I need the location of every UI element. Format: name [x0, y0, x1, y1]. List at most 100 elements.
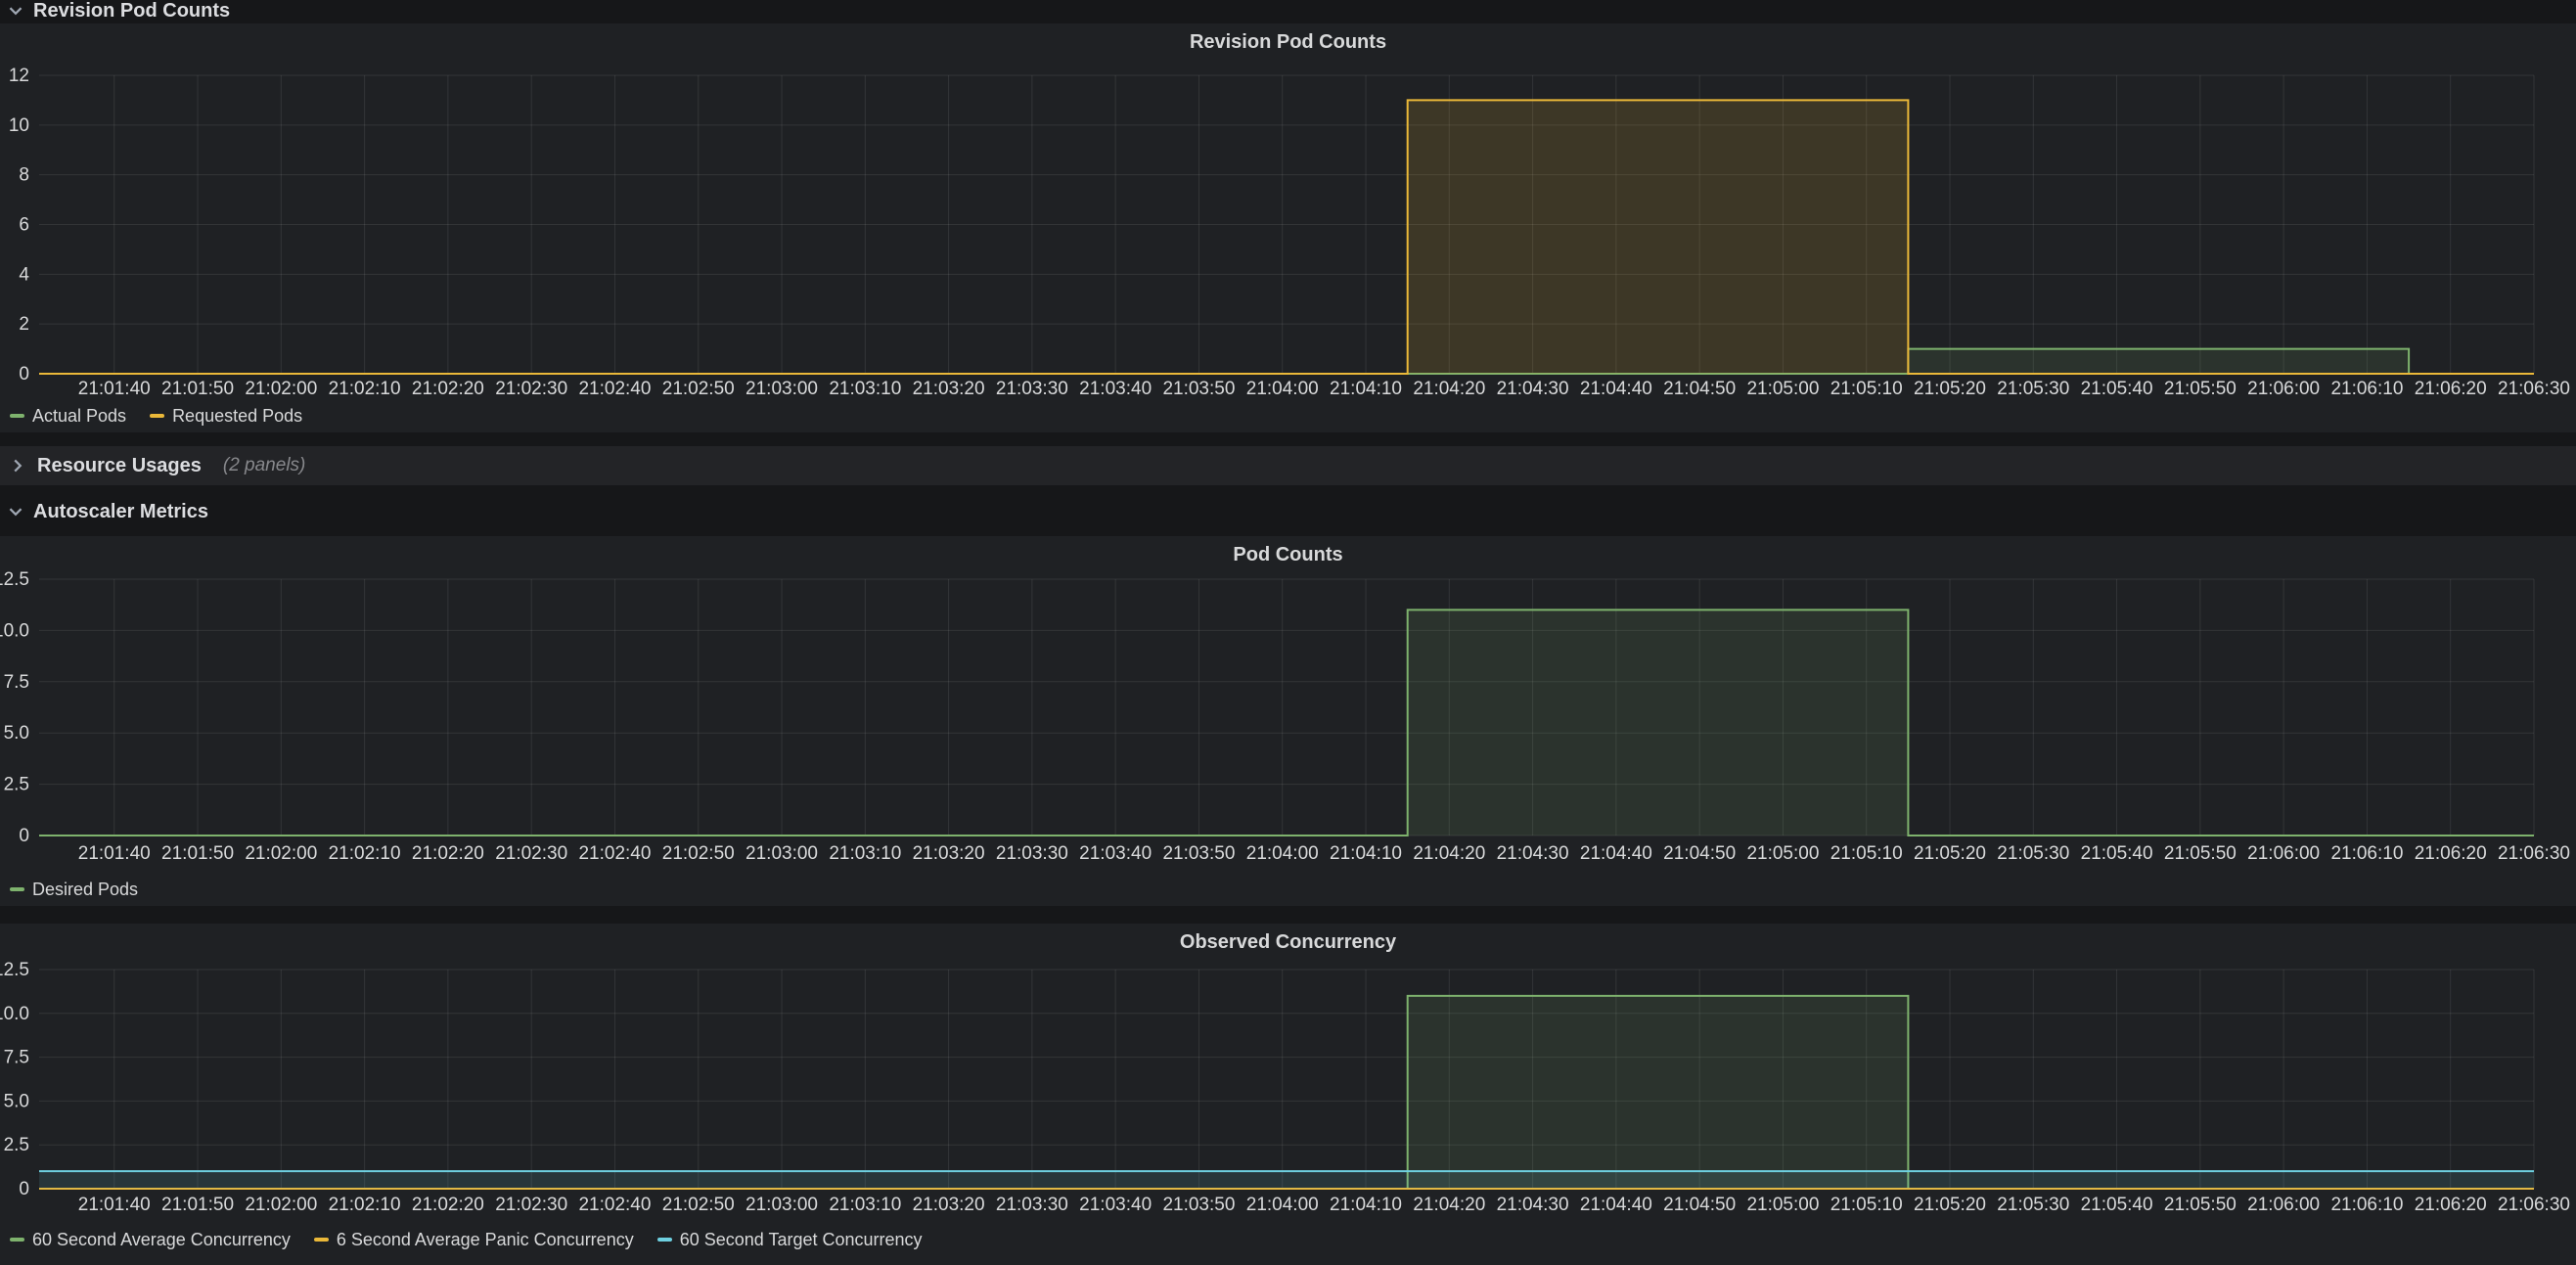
svg-text:21:06:30: 21:06:30	[2498, 379, 2570, 399]
svg-text:2: 2	[19, 314, 29, 335]
svg-text:21:05:40: 21:05:40	[2081, 379, 2153, 399]
legend-label: 6 Second Average Panic Concurrency	[337, 1230, 634, 1250]
svg-text:21:04:30: 21:04:30	[1497, 843, 1569, 864]
legend-label: Desired Pods	[32, 880, 138, 900]
svg-text:21:01:40: 21:01:40	[78, 379, 151, 399]
svg-text:21:02:20: 21:02:20	[412, 379, 484, 399]
svg-text:10.0: 10.0	[0, 620, 29, 641]
svg-text:21:06:10: 21:06:10	[2330, 1195, 2403, 1215]
grid-lines	[39, 970, 2534, 1189]
pod-counts-chart-canvas[interactable]: 21:01:4021:01:5021:02:0021:02:1021:02:20…	[0, 569, 2576, 873]
legend-observed-concurrency: 60 Second Average Concurrency 6 Second A…	[0, 1223, 2576, 1256]
svg-text:21:02:00: 21:02:00	[245, 379, 317, 399]
svg-text:21:05:50: 21:05:50	[2164, 379, 2237, 399]
svg-text:21:06:30: 21:06:30	[2498, 843, 2570, 864]
x-axis-tick-labels: 21:01:4021:01:5021:02:0021:02:1021:02:20…	[78, 843, 2570, 864]
svg-text:21:04:50: 21:04:50	[1663, 843, 1736, 864]
series-lines	[39, 996, 2534, 1189]
legend-item-actual-pods[interactable]: Actual Pods	[10, 406, 126, 427]
legend-label: 60 Second Average Concurrency	[32, 1230, 291, 1250]
legend-item-60s-average-concurrency[interactable]: 60 Second Average Concurrency	[10, 1230, 291, 1250]
legend-color-chip	[10, 1238, 24, 1242]
svg-text:0: 0	[19, 1179, 29, 1199]
legend-color-chip	[314, 1238, 329, 1242]
svg-text:21:05:00: 21:05:00	[1746, 843, 1819, 864]
panel-title-observed-concurrency[interactable]: Observed Concurrency	[0, 927, 2576, 957]
svg-text:21:03:10: 21:03:10	[829, 379, 901, 399]
svg-text:21:03:40: 21:03:40	[1079, 1195, 1152, 1215]
svg-text:21:03:20: 21:03:20	[913, 379, 985, 399]
panel-observed-concurrency: Observed Concurrency 21:01:4021:01:5021:…	[0, 924, 2576, 1265]
legend-item-60s-target-concurrency[interactable]: 60 Second Target Concurrency	[657, 1230, 923, 1250]
legend-color-chip	[10, 414, 24, 418]
panel-count-note: (2 panels)	[223, 455, 306, 476]
svg-text:21:05:10: 21:05:10	[1830, 1195, 1903, 1215]
svg-text:21:02:50: 21:02:50	[662, 1195, 735, 1215]
svg-text:21:04:00: 21:04:00	[1246, 1195, 1319, 1215]
svg-text:21:05:50: 21:05:50	[2164, 843, 2237, 864]
section-header-resource-usages[interactable]: Resource Usages (2 panels)	[0, 446, 2576, 485]
svg-text:21:03:40: 21:03:40	[1079, 379, 1152, 399]
svg-text:21:06:20: 21:06:20	[2415, 379, 2487, 399]
svg-text:12.5: 12.5	[0, 960, 29, 980]
svg-text:21:04:50: 21:04:50	[1663, 379, 1736, 399]
svg-text:21:02:30: 21:02:30	[495, 1195, 567, 1215]
observed-concurrency-chart-canvas[interactable]: 21:01:4021:01:5021:02:0021:02:1021:02:20…	[0, 957, 2576, 1223]
svg-text:21:03:50: 21:03:50	[1162, 1195, 1235, 1215]
series-lines	[39, 100, 2534, 374]
svg-text:21:04:10: 21:04:10	[1330, 843, 1402, 864]
svg-text:21:01:40: 21:01:40	[78, 843, 151, 864]
x-axis-tick-labels: 21:01:4021:01:5021:02:0021:02:1021:02:20…	[78, 1195, 2570, 1215]
svg-text:21:02:00: 21:02:00	[245, 1195, 317, 1215]
svg-text:21:05:10: 21:05:10	[1830, 843, 1903, 864]
svg-text:21:03:50: 21:03:50	[1162, 843, 1235, 864]
svg-text:21:03:40: 21:03:40	[1079, 843, 1152, 864]
svg-text:7.5: 7.5	[4, 672, 29, 693]
svg-text:21:02:40: 21:02:40	[578, 1195, 651, 1215]
svg-text:2.5: 2.5	[4, 775, 29, 795]
legend-item-desired-pods[interactable]: Desired Pods	[10, 880, 138, 900]
section-label: Autoscaler Metrics	[33, 501, 208, 523]
svg-text:21:03:10: 21:03:10	[829, 1195, 901, 1215]
section-label: Resource Usages	[37, 455, 202, 477]
panel-pod-counts: Pod Counts 21:01:4021:01:5021:02:0021:02…	[0, 536, 2576, 906]
svg-text:10.0: 10.0	[0, 1004, 29, 1024]
svg-text:21:02:20: 21:02:20	[412, 843, 484, 864]
svg-text:21:05:00: 21:05:00	[1746, 379, 1819, 399]
legend-item-6s-average-panic-concurrency[interactable]: 6 Second Average Panic Concurrency	[314, 1230, 634, 1250]
svg-text:21:04:40: 21:04:40	[1580, 843, 1652, 864]
svg-text:21:02:10: 21:02:10	[329, 379, 401, 399]
panel-title-pod-counts[interactable]: Pod Counts	[0, 540, 2576, 569]
legend-color-chip	[10, 887, 24, 891]
panel-revision-pod-counts: Revision Pod Counts 21:01:4021:01:5021:0…	[0, 23, 2576, 432]
svg-text:21:04:20: 21:04:20	[1413, 379, 1485, 399]
svg-text:4: 4	[19, 264, 29, 285]
chevron-right-icon	[8, 456, 27, 475]
series-lines	[39, 610, 2534, 836]
svg-text:21:02:10: 21:02:10	[329, 1195, 401, 1215]
panel-title-revision-pod-counts[interactable]: Revision Pod Counts	[0, 27, 2576, 57]
svg-text:0: 0	[19, 364, 29, 384]
svg-text:21:04:30: 21:04:30	[1497, 379, 1569, 399]
svg-text:21:03:00: 21:03:00	[746, 379, 818, 399]
svg-text:21:03:00: 21:03:00	[746, 843, 818, 864]
legend-item-requested-pods[interactable]: Requested Pods	[150, 406, 302, 427]
svg-text:21:02:30: 21:02:30	[495, 843, 567, 864]
svg-text:21:04:20: 21:04:20	[1413, 843, 1485, 864]
svg-text:21:04:10: 21:04:10	[1330, 379, 1402, 399]
svg-text:21:02:40: 21:02:40	[578, 379, 651, 399]
svg-text:5.0: 5.0	[4, 1091, 29, 1111]
section-header-autoscaler-metrics[interactable]: Autoscaler Metrics	[0, 495, 2576, 528]
svg-text:21:04:50: 21:04:50	[1663, 1195, 1736, 1215]
svg-text:0: 0	[19, 826, 29, 846]
svg-text:12.5: 12.5	[0, 569, 29, 590]
svg-text:21:06:00: 21:06:00	[2247, 379, 2320, 399]
section-header-revision-pod-counts[interactable]: Revision Pod Counts	[0, 0, 2576, 22]
svg-text:2.5: 2.5	[4, 1135, 29, 1155]
svg-text:21:05:30: 21:05:30	[1997, 843, 2069, 864]
revision-pod-counts-chart-canvas[interactable]: 21:01:40 21:01:50 21:02:00 21:02:10 21:02:20…	[0, 57, 2576, 399]
svg-text:10: 10	[9, 115, 29, 136]
legend-label: Actual Pods	[32, 406, 126, 427]
svg-text:21:01:50: 21:01:50	[161, 379, 234, 399]
legend-revision-pod-counts: Actual Pods Requested Pods	[0, 399, 2576, 432]
